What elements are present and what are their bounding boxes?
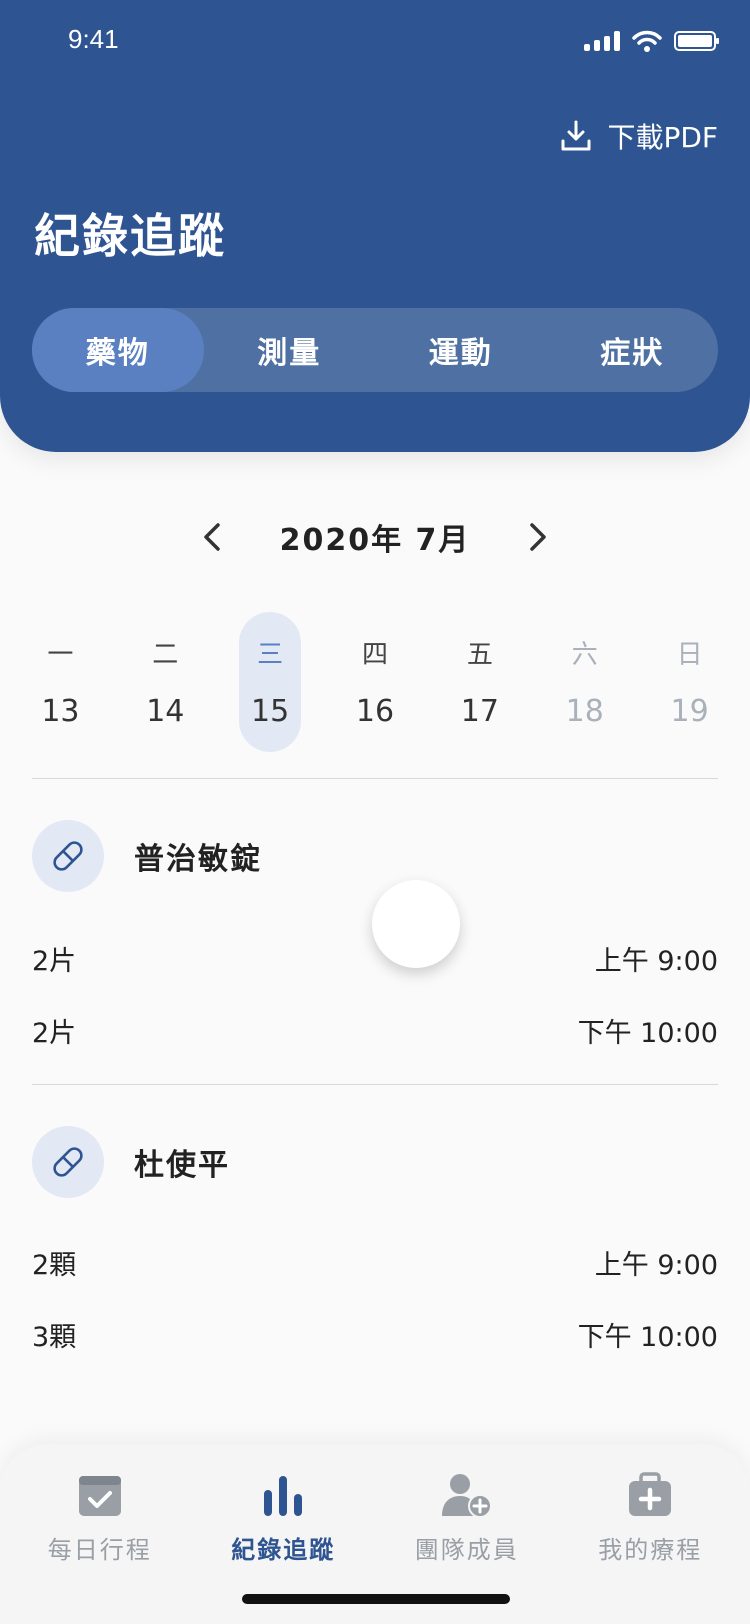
- day-17[interactable]: 五 17: [427, 610, 532, 752]
- tab-label: 每日行程: [47, 1536, 152, 1564]
- date-label: 14: [146, 694, 185, 729]
- pill-icon: [32, 820, 104, 892]
- prev-month-button[interactable]: [192, 517, 232, 557]
- dose-amount: 2片: [32, 945, 77, 977]
- day-19[interactable]: 日 19: [637, 610, 742, 752]
- medication-name: 普治敏錠: [134, 842, 262, 877]
- pill-icon: [32, 1126, 104, 1198]
- dose-time: 上午 9:00: [594, 945, 718, 977]
- medication-name: 杜使平: [134, 1148, 230, 1183]
- calendar-check-icon: [75, 1468, 125, 1518]
- status-bar: 9:41: [0, 0, 750, 90]
- tab-label: 團隊成員: [414, 1536, 519, 1564]
- medication-card: 杜使平 2顆 上午 9:00 3顆 下午 10:00: [32, 1126, 718, 1370]
- day-13[interactable]: 一 13: [8, 610, 113, 752]
- medication-header[interactable]: 杜使平: [32, 1126, 718, 1198]
- add-user-icon: [441, 1468, 492, 1518]
- month-label: 2020年 7月: [279, 523, 471, 558]
- tab-daily-schedule[interactable]: 每日行程: [8, 1444, 192, 1624]
- signal-icon: [584, 31, 620, 51]
- wifi-icon: [632, 30, 662, 52]
- date-label: 17: [460, 694, 499, 729]
- date-label: 19: [670, 694, 709, 729]
- day-14[interactable]: 二 14: [113, 610, 218, 752]
- tab-my-treatment[interactable]: 我的療程: [559, 1444, 743, 1624]
- date-label: 13: [41, 694, 80, 729]
- dose-row: 3顆 下午 10:00: [32, 1298, 718, 1370]
- tab-exercise[interactable]: 運動: [375, 308, 547, 392]
- dose-amount: 2顆: [32, 1249, 77, 1281]
- dose-time: 下午 10:00: [577, 1017, 718, 1049]
- touch-indicator: [372, 880, 460, 968]
- date-label: 18: [565, 694, 604, 729]
- medication-card: 普治敏錠 2片 上午 9:00 2片 下午 10:00: [32, 820, 718, 1066]
- status-icons: [584, 30, 719, 52]
- page-title: 紀錄追蹤: [34, 209, 226, 263]
- next-month-button[interactable]: [518, 517, 558, 557]
- medication-header[interactable]: 普治敏錠: [32, 820, 718, 892]
- tab-symptom[interactable]: 症狀: [547, 308, 719, 392]
- weekday-label: 六: [571, 640, 598, 670]
- home-indicator: [242, 1594, 510, 1604]
- dose-time: 下午 10:00: [577, 1321, 718, 1353]
- dose-row: 2片 下午 10:00: [32, 994, 718, 1066]
- day-15[interactable]: 三 15: [218, 610, 323, 752]
- tab-label: 我的療程: [598, 1536, 703, 1564]
- day-18[interactable]: 六 18: [532, 610, 637, 752]
- selected-day-highlight: [239, 612, 302, 752]
- divider: [32, 778, 718, 779]
- header: 9:41 下載PDF 紀錄追蹤 藥物 測量 運動 症狀: [0, 0, 750, 452]
- weekday-label: 一: [47, 640, 74, 670]
- medical-kit-icon: [625, 1468, 675, 1518]
- weekday-label: 五: [466, 640, 493, 670]
- dose-amount: 3顆: [32, 1321, 77, 1353]
- tab-measurement[interactable]: 測量: [204, 308, 376, 392]
- download-label: 下載PDF: [607, 121, 718, 154]
- download-pdf-button[interactable]: 下載PDF: [559, 116, 718, 156]
- chevron-left-icon: [203, 523, 220, 551]
- category-segmented-control: 藥物 測量 運動 症狀: [32, 308, 718, 392]
- weekday-label: 三: [257, 640, 284, 670]
- dose-time: 上午 9:00: [594, 1249, 718, 1281]
- week-strip: 一 13 二 14 三 15 四 16 五 17 六 18 日 19: [8, 610, 742, 752]
- dose-amount: 2片: [32, 1017, 77, 1049]
- download-icon: [561, 120, 591, 151]
- status-time: 9:41: [68, 24, 119, 54]
- battery-icon: [674, 31, 719, 51]
- month-navigator: 2020年 7月: [0, 512, 750, 562]
- weekday-label: 日: [676, 640, 703, 670]
- divider: [32, 1084, 718, 1085]
- tab-medication[interactable]: 藥物: [32, 308, 204, 392]
- dose-row: 2顆 上午 9:00: [32, 1226, 718, 1298]
- date-label: 16: [355, 694, 395, 729]
- bar-chart-icon: [258, 1468, 308, 1518]
- chevron-right-icon: [530, 523, 547, 551]
- weekday-label: 二: [152, 640, 179, 670]
- date-label: 15: [251, 694, 290, 729]
- tab-label: 紀錄追蹤: [231, 1536, 336, 1564]
- day-16[interactable]: 四 16: [323, 610, 428, 752]
- weekday-label: 四: [362, 640, 389, 670]
